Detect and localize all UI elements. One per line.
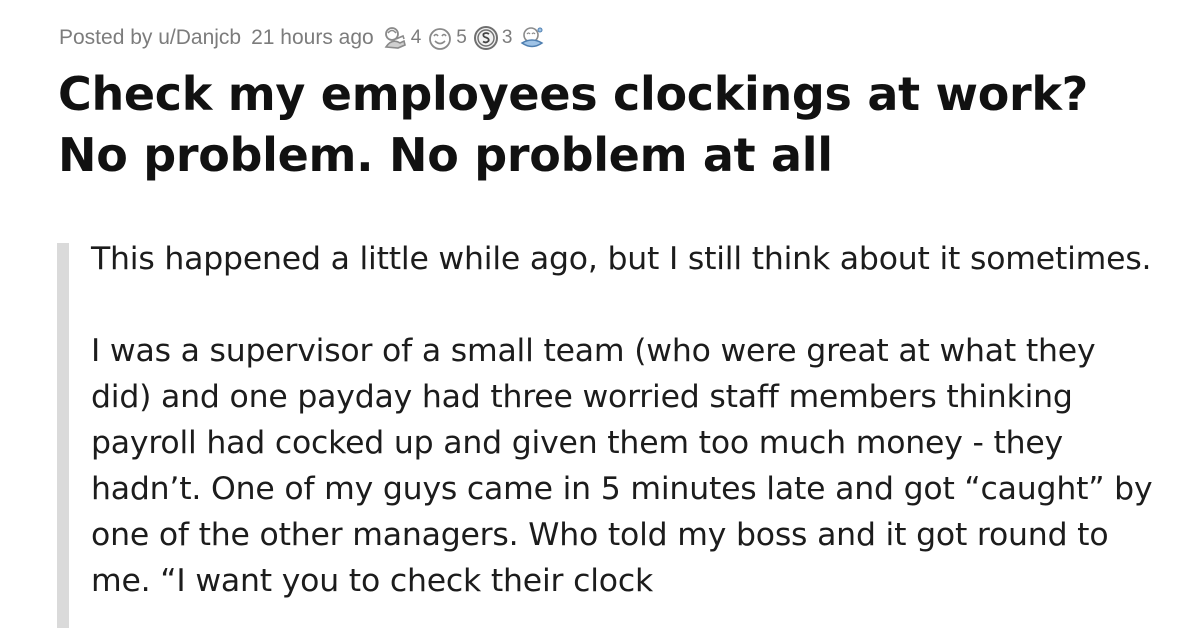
award-count: 3	[501, 27, 513, 48]
body-paragraph: I was a supervisor of a small team (who …	[91, 333, 1153, 599]
silver-award-icon	[473, 25, 499, 51]
post-body: This happened a little while ago, but I …	[91, 236, 1161, 628]
post-meta: Posted by u/Danjcb 21 hours ago 4 5 3	[59, 22, 555, 54]
award-count: 5	[456, 27, 467, 48]
helpful-award-icon	[382, 25, 408, 51]
post-title[interactable]: Check my employees clockings at work? No…	[58, 64, 1168, 186]
posted-by-link[interactable]: Posted by u/Danjcb	[59, 26, 241, 50]
quote-bar	[57, 243, 69, 628]
body-paragraph: This happened a little while ago, but I …	[91, 241, 1152, 277]
post-timestamp[interactable]: 21 hours ago	[251, 26, 374, 50]
award-wholesome[interactable]: 5	[427, 25, 467, 51]
award-count: 4	[410, 27, 422, 48]
award-hugz[interactable]	[518, 25, 549, 51]
award-helpful[interactable]: 4	[382, 25, 422, 51]
award-silver[interactable]: 3	[473, 25, 513, 51]
wholesome-award-icon	[427, 25, 453, 51]
post-page: Posted by u/Danjcb 21 hours ago 4 5 3 Ch…	[0, 0, 1200, 628]
hugz-award-icon	[518, 25, 546, 51]
